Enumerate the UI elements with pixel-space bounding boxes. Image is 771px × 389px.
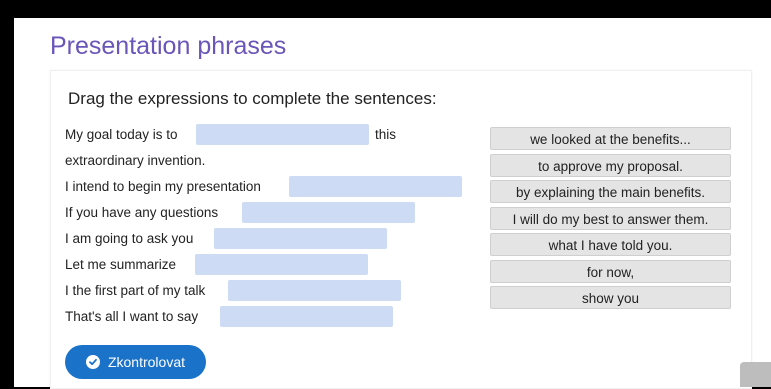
expression-chip[interactable]: to approve my proposal.	[490, 153, 731, 177]
expression-chip[interactable]: I will do my best to answer them.	[490, 206, 731, 230]
drop-zone-7[interactable]	[220, 306, 393, 327]
sentence-1-before: My goal today is to	[65, 127, 178, 142]
expression-chip[interactable]: what I have told you.	[490, 233, 731, 256]
sentence-6-before: I the first part of my talk	[65, 283, 206, 298]
expression-chip[interactable]: by explaining the main benefits.	[490, 180, 731, 203]
sentence-7-before: That's all I want to say	[65, 309, 199, 324]
exercise-card: Drag the expressions to complete the sen…	[50, 70, 752, 389]
expression-bank: we looked at the benefits... to approve …	[490, 127, 731, 313]
drop-zone-1[interactable]	[196, 124, 369, 145]
sentence-5-before: Let me summarize	[65, 257, 177, 272]
instruction-text: Drag the expressions to complete the sen…	[68, 89, 437, 108]
scroll-corner	[740, 362, 771, 387]
exercise-page: Presentation phrases Drag the expression…	[14, 18, 771, 389]
sentence-1-after: this	[375, 127, 397, 142]
drop-zone-6[interactable]	[228, 280, 401, 301]
expression-chip[interactable]: we looked at the benefits...	[490, 127, 731, 150]
drop-zone-4[interactable]	[214, 228, 387, 249]
check-circle-icon	[85, 355, 100, 369]
drop-zone-2[interactable]	[289, 176, 462, 197]
check-button[interactable]: Zkontrolovat	[65, 345, 206, 379]
sentence-2-before: I intend to begin my presentation	[65, 179, 261, 194]
check-button-label: Zkontrolovat	[107, 354, 186, 370]
sentence-1-continuation: extraordinary invention.	[65, 153, 206, 168]
drop-zone-3[interactable]	[242, 202, 415, 223]
sentence-4-before: I am going to ask you	[65, 231, 194, 246]
expression-chip[interactable]: show you	[490, 286, 731, 309]
page-title: Presentation phrases	[50, 32, 287, 60]
sentence-3-before: If you have any questions	[65, 205, 219, 220]
drop-zone-5[interactable]	[195, 254, 368, 275]
expression-chip[interactable]: for now,	[490, 259, 731, 283]
